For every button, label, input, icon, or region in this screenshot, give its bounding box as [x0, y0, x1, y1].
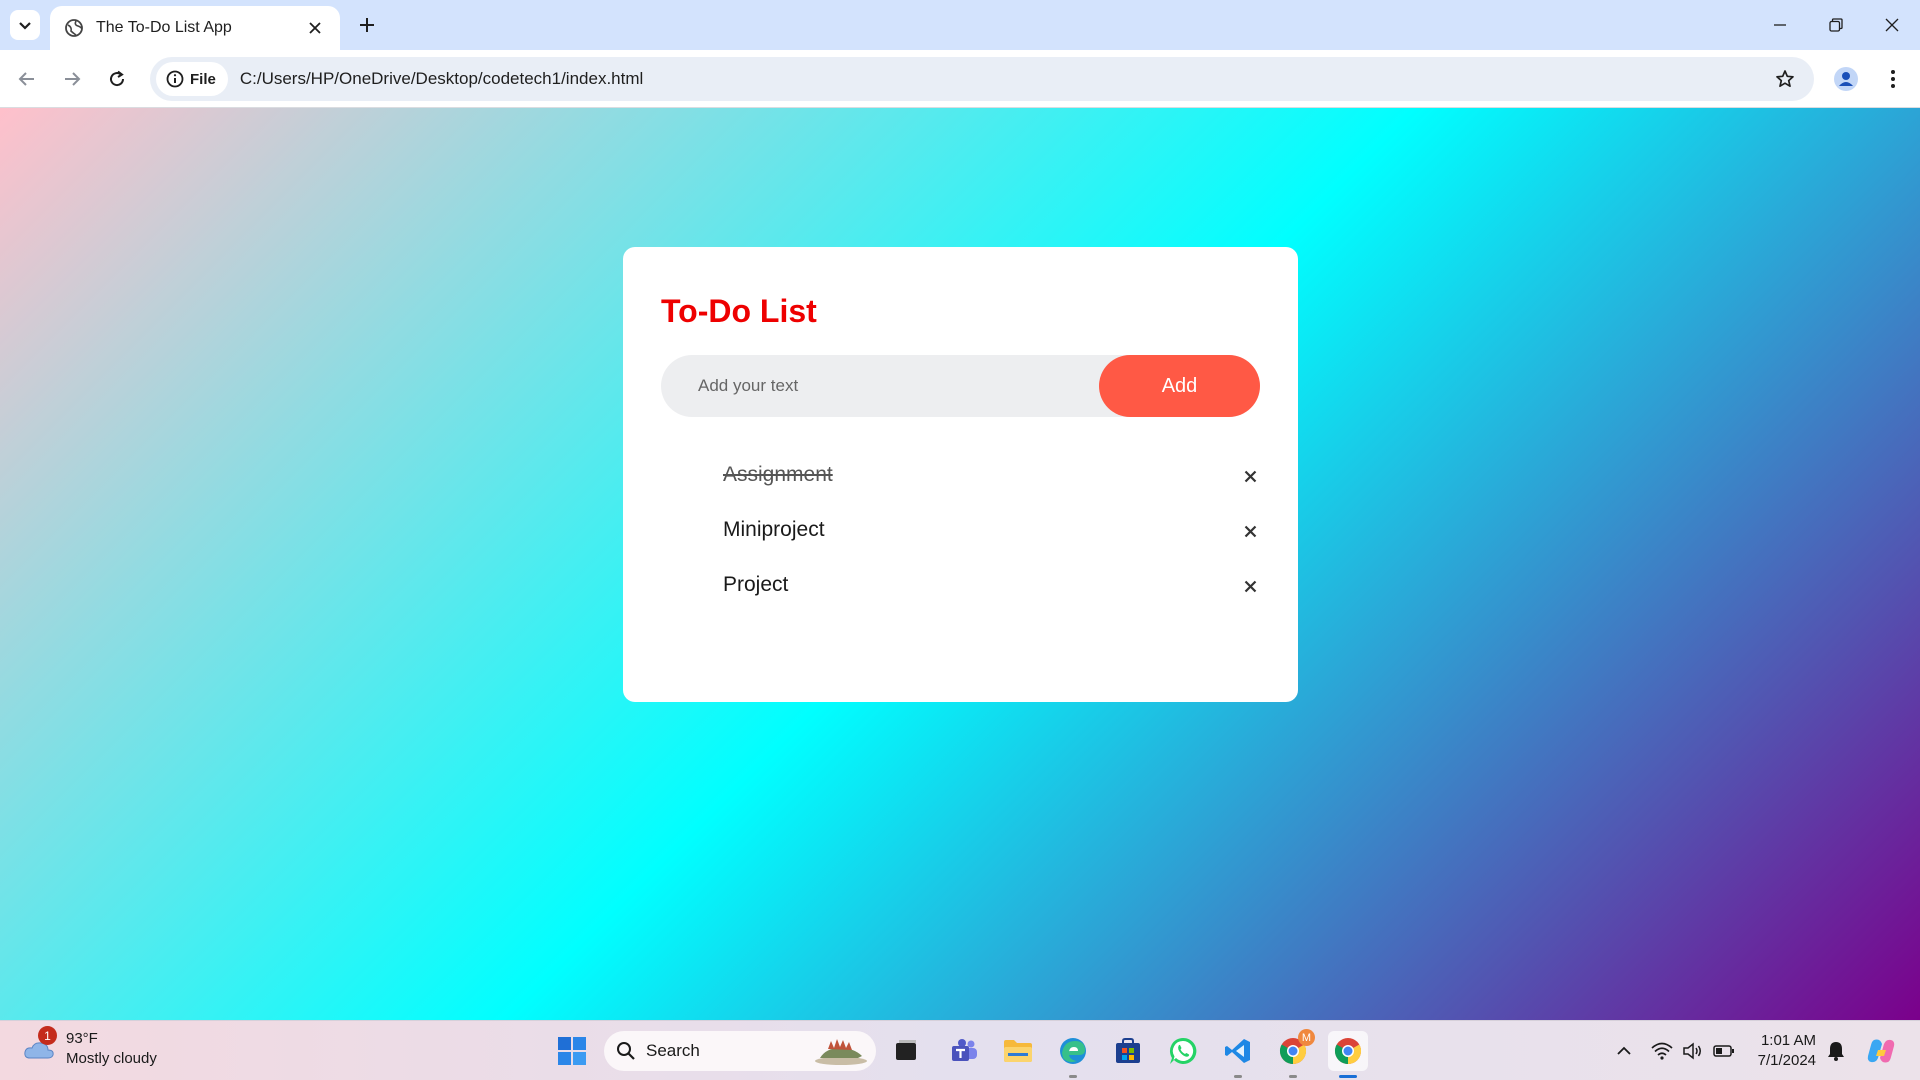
- add-button[interactable]: Add: [1099, 355, 1260, 417]
- task-item[interactable]: Project: [661, 557, 1260, 612]
- plus-icon: [360, 18, 374, 32]
- wifi-icon: [1651, 1042, 1673, 1060]
- clock[interactable]: 1:01 AM 7/1/2024: [1752, 1031, 1816, 1071]
- search-icon: [617, 1042, 635, 1060]
- restore-button[interactable]: [1808, 0, 1864, 50]
- url-text[interactable]: C:/Users/HP/OneDrive/Desktop/codetech1/i…: [240, 69, 1768, 89]
- bookmark-button[interactable]: [1768, 62, 1802, 96]
- chevron-down-icon: [19, 22, 31, 30]
- arrow-left-icon: [18, 72, 34, 86]
- profile-button[interactable]: [1829, 62, 1863, 96]
- running-indicator: [1289, 1075, 1297, 1078]
- back-button[interactable]: [10, 62, 44, 96]
- store-icon: [1116, 1038, 1140, 1063]
- remove-task-icon[interactable]: [1239, 520, 1261, 542]
- whatsapp-icon: [1169, 1037, 1197, 1064]
- volume-button[interactable]: [1679, 1031, 1707, 1071]
- app-title: To-Do List: [661, 293, 817, 329]
- remove-task-icon[interactable]: [1239, 465, 1261, 487]
- show-hidden-icons-button[interactable]: [1610, 1031, 1638, 1071]
- wifi-button[interactable]: [1648, 1031, 1676, 1071]
- weather-badge: 1: [38, 1026, 57, 1045]
- cloud-icon: 1: [22, 1026, 57, 1066]
- reload-button[interactable]: [100, 62, 134, 96]
- chevron-up-icon: [1617, 1046, 1631, 1055]
- edge-icon: [1060, 1038, 1086, 1064]
- battery-icon: [1713, 1045, 1734, 1057]
- teams-icon: [952, 1039, 977, 1061]
- clock-time: 1:01 AM: [1760, 1032, 1816, 1049]
- forward-button[interactable]: [55, 62, 89, 96]
- restore-icon: [1829, 18, 1843, 32]
- search-label: Search: [646, 1041, 700, 1060]
- vscode-icon: [1225, 1039, 1250, 1063]
- tab-strip: The To-Do List App: [0, 0, 1920, 50]
- browser-toolbar: File C:/Users/HP/OneDrive/Desktop/codete…: [0, 50, 1920, 108]
- copilot-button[interactable]: [1864, 1031, 1898, 1071]
- avatar-icon: [1834, 67, 1858, 91]
- kebab-menu-icon: [1891, 70, 1895, 88]
- copilot-icon: [1867, 1039, 1895, 1063]
- task-list: Assignment Miniproject Project: [661, 447, 1260, 612]
- store-button[interactable]: [1108, 1031, 1148, 1071]
- edge-button[interactable]: [1053, 1031, 1093, 1071]
- taskbar: 1 93°F Mostly cloudy Search M 1:01 AM 7/…: [0, 1020, 1920, 1080]
- task-text: Miniproject: [723, 517, 825, 541]
- star-icon: [1776, 70, 1794, 88]
- task-item[interactable]: Assignment: [661, 447, 1260, 502]
- taskbar-search[interactable]: Search: [604, 1031, 876, 1071]
- teams-button[interactable]: [944, 1031, 984, 1071]
- address-bar[interactable]: File C:/Users/HP/OneDrive/Desktop/codete…: [150, 57, 1814, 101]
- windows-icon: [558, 1037, 586, 1065]
- input-row: Add: [661, 355, 1260, 417]
- page-viewport: To-Do List Add Assignment Miniproject Pr…: [0, 108, 1920, 1020]
- tab-search-button[interactable]: [10, 10, 40, 40]
- site-chip-label: File: [190, 70, 216, 88]
- start-button[interactable]: [552, 1031, 592, 1071]
- whatsapp-button[interactable]: [1163, 1031, 1203, 1071]
- close-icon: [1885, 18, 1899, 32]
- site-info-chip[interactable]: File: [156, 62, 228, 96]
- bell-icon: [1828, 1042, 1844, 1061]
- globe-icon: [65, 19, 83, 37]
- tab-close-icon[interactable]: [304, 17, 326, 39]
- profile-badge: M: [1298, 1029, 1315, 1046]
- weather-condition: Mostly cloudy: [66, 1050, 157, 1067]
- tab-title: The To-Do List App: [96, 19, 232, 36]
- active-indicator: [1339, 1075, 1357, 1078]
- task-view-button[interactable]: [886, 1031, 926, 1071]
- task-text: Assignment: [723, 462, 833, 486]
- reload-icon: [110, 70, 125, 87]
- task-item[interactable]: Miniproject: [661, 502, 1260, 557]
- notifications-button[interactable]: [1822, 1031, 1850, 1071]
- battery-button[interactable]: [1710, 1031, 1738, 1071]
- todo-card: To-Do List Add Assignment Miniproject Pr…: [623, 247, 1298, 702]
- new-tab-button[interactable]: [352, 10, 382, 40]
- browser-tab[interactable]: The To-Do List App: [50, 6, 340, 50]
- menu-button[interactable]: [1876, 62, 1910, 96]
- running-indicator: [1069, 1075, 1077, 1078]
- vscode-button[interactable]: [1218, 1031, 1258, 1071]
- remove-task-icon[interactable]: [1239, 575, 1261, 597]
- task-view-icon: [896, 1040, 916, 1060]
- minimize-icon: [1774, 24, 1786, 26]
- chrome-profile-button[interactable]: M: [1273, 1029, 1315, 1071]
- chrome-button[interactable]: [1328, 1031, 1368, 1071]
- speaker-icon: [1683, 1042, 1701, 1060]
- clock-date: 7/1/2024: [1757, 1052, 1816, 1069]
- stegosaurus-icon: [815, 1039, 867, 1065]
- file-explorer-button[interactable]: [998, 1031, 1038, 1071]
- task-input[interactable]: [661, 355, 1099, 417]
- window-controls: [1752, 0, 1920, 50]
- weather-widget[interactable]: 1 93°F Mostly cloudy: [22, 1026, 157, 1069]
- minimize-button[interactable]: [1752, 0, 1808, 50]
- folder-icon: [1004, 1040, 1032, 1062]
- info-icon: [166, 70, 184, 88]
- chrome-icon: [1334, 1038, 1362, 1065]
- running-indicator: [1234, 1075, 1242, 1078]
- temperature: 93°F: [66, 1030, 98, 1047]
- arrow-right-icon: [65, 72, 81, 86]
- close-window-button[interactable]: [1864, 0, 1920, 50]
- task-text: Project: [723, 572, 789, 596]
